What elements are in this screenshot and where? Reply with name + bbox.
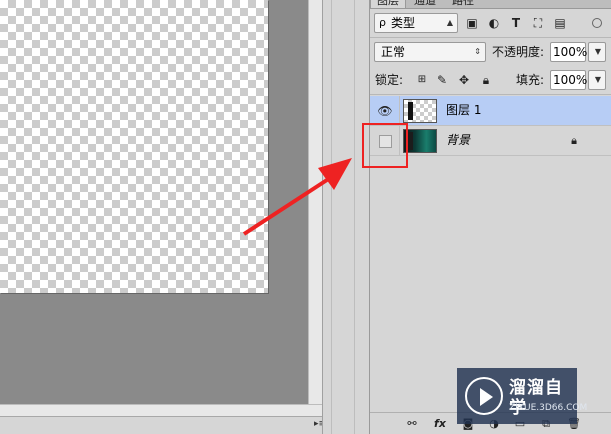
watermark: 溜溜自学 ZIXUE.3D66.COM — [457, 368, 587, 424]
watermark-url: ZIXUE.3D66.COM — [509, 403, 588, 413]
photoshop-window: ▸≡ 图层 通道 路径 ρ 类型 ▲ ▣ ◐ T ⛶ ▤ 正常 ⇕ 不透明度: … — [0, 0, 611, 434]
play-logo-icon — [465, 377, 503, 415]
